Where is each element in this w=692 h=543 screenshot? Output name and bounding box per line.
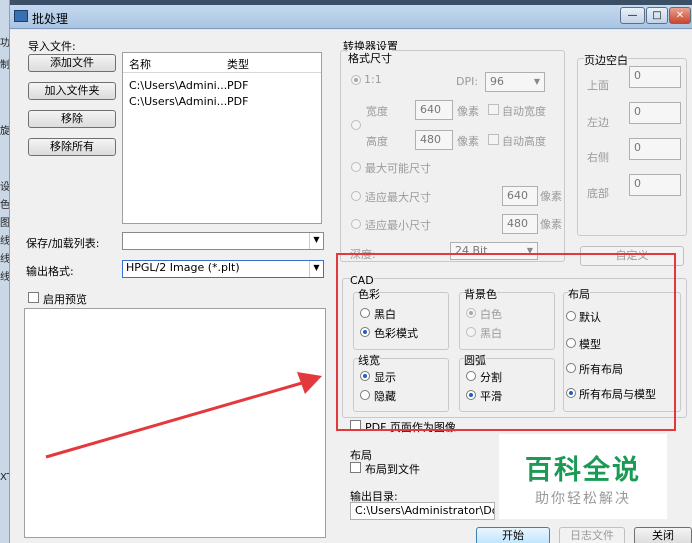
auto-height-checkbox[interactable] (488, 134, 499, 145)
watermark-banner: 百科全说 助你轻松解决 (499, 434, 667, 519)
fit-max-radio[interactable] (351, 191, 361, 201)
height-unit: 像素 (457, 135, 479, 148)
strip-char: XT (0, 472, 9, 483)
auto-width-checkbox[interactable] (488, 104, 499, 115)
file-row-type[interactable]: PDF (227, 79, 248, 92)
title-bar: 批处理 — □ ✕ (10, 5, 692, 29)
preview-checkbox[interactable] (28, 292, 39, 303)
file-row-type[interactable]: PDF (227, 95, 248, 108)
log-file-button[interactable]: 日志文件 (559, 527, 625, 543)
strip-char: 功 (0, 38, 10, 49)
file-row-name[interactable]: C:\Users\Admini... (129, 79, 227, 92)
close-window-button[interactable]: ✕ (669, 7, 691, 24)
remove-button[interactable]: 移除 (28, 110, 116, 128)
strip-char: 线 (0, 254, 10, 265)
background-window-strip: 功 制 旋 设 色 图 线 线 线 XT (0, 0, 10, 543)
fit-min-label: 适应最小尺寸 (365, 219, 431, 232)
ratio-label: 1:1 (364, 73, 382, 86)
column-header-name[interactable]: 名称 (129, 56, 151, 72)
chevron-down-icon[interactable]: ▼ (530, 73, 544, 91)
margin-left-label: 左边 (587, 116, 609, 129)
fit-min-field[interactable]: 480 (502, 214, 538, 234)
watermark-subtitle: 助你轻松解决 (535, 491, 631, 507)
size-group-title: 格式尺寸 (348, 50, 392, 66)
preview-pane (24, 308, 326, 538)
width-label: 宽度 (366, 105, 388, 118)
margin-bottom-field[interactable]: 0 (629, 174, 681, 196)
output-dir-field[interactable]: C:\Users\Administrator\Docu (350, 502, 495, 520)
auto-width-label: 自动宽度 (502, 105, 546, 118)
strip-char: 色 (0, 200, 10, 211)
strip-char: 图 (0, 218, 10, 229)
output-format-combo[interactable]: HPGL/2 Image (*.plt) ▼ (122, 260, 324, 278)
import-label: 导入文件: (28, 40, 76, 53)
width-unit: 像素 (457, 105, 479, 118)
strip-char: 线 (0, 272, 10, 283)
height-field[interactable]: 480 (415, 130, 453, 150)
fit-max-label: 适应最大尺寸 (365, 191, 431, 204)
custom-size-radio[interactable] (351, 120, 361, 130)
fit-min-radio[interactable] (351, 219, 361, 229)
highlight-box (336, 253, 676, 431)
chevron-down-icon[interactable]: ▼ (309, 261, 323, 277)
app-icon (14, 10, 28, 22)
preview-label: 启用预览 (43, 293, 87, 306)
header-divider (123, 72, 321, 73)
add-folder-button[interactable]: 加入文件夹 (28, 82, 116, 100)
file-list[interactable]: 名称 类型 C:\Users\Admini... PDF C:\Users\Ad… (122, 52, 322, 224)
strip-char: 旋 (0, 126, 10, 137)
width-field[interactable]: 640 (415, 100, 453, 120)
dpi-value: 96 (490, 75, 504, 88)
max-possible-radio[interactable] (351, 162, 361, 172)
max-possible-label: 最大可能尺寸 (365, 162, 431, 175)
output-format-value: HPGL/2 Image (*.plt) (126, 261, 240, 274)
auto-height-label: 自动高度 (502, 135, 546, 148)
save-list-combo[interactable]: ▼ (122, 232, 324, 250)
margin-right-field[interactable]: 0 (629, 138, 681, 160)
chevron-down-icon[interactable]: ▼ (309, 233, 323, 249)
strip-char: 制 (0, 60, 10, 71)
ratio-radio[interactable] (351, 75, 361, 85)
strip-char: 设 (0, 182, 10, 193)
fit-min-unit: 像素 (540, 218, 562, 231)
fit-max-unit: 像素 (540, 190, 562, 203)
column-header-type[interactable]: 类型 (227, 56, 249, 72)
dpi-label: DPI: (456, 75, 479, 88)
margin-top-field[interactable]: 0 (629, 66, 681, 88)
maximize-button[interactable]: □ (646, 7, 668, 24)
save-list-label: 保存/加载列表: (26, 237, 100, 250)
strip-char: 线 (0, 236, 10, 247)
watermark-title: 百科全说 (525, 455, 641, 486)
minimize-button[interactable]: — (620, 7, 645, 24)
layout-to-file-checkbox[interactable] (350, 462, 361, 473)
fit-max-field[interactable]: 640 (502, 186, 538, 206)
file-row-name[interactable]: C:\Users\Admini... (129, 95, 227, 108)
margins-group-title: 页边空白 (584, 52, 628, 68)
dpi-combo[interactable]: 96 ▼ (485, 72, 545, 92)
close-button[interactable]: 关闭 (634, 527, 692, 543)
remove-all-button[interactable]: 移除所有 (28, 138, 116, 156)
output-format-label: 输出格式: (26, 265, 74, 278)
margin-left-field[interactable]: 0 (629, 102, 681, 124)
margin-bottom-label: 底部 (587, 187, 609, 200)
add-file-button[interactable]: 添加文件 (28, 54, 116, 72)
margin-right-label: 右侧 (587, 151, 609, 164)
start-button[interactable]: 开始 (476, 527, 550, 543)
window-title: 批处理 (32, 12, 69, 26)
layout-to-file-label: 布局到文件 (365, 463, 420, 476)
margin-top-label: 上面 (587, 79, 609, 92)
height-label: 高度 (366, 135, 388, 148)
